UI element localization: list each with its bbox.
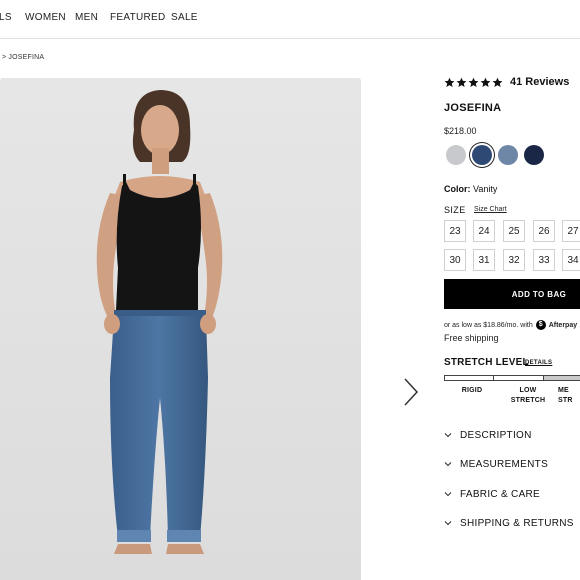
star-icon xyxy=(456,77,467,87)
stretch-details-link[interactable]: DETAILS xyxy=(525,360,552,366)
size-chart-link[interactable]: Size Chart xyxy=(474,206,507,213)
accordion-label: DESCRIPTION xyxy=(460,429,532,441)
swatch-mid-blue[interactable] xyxy=(498,145,518,165)
star-icon xyxy=(468,77,479,87)
next-image-button[interactable] xyxy=(402,377,420,407)
product-price: $218.00 xyxy=(444,126,477,136)
nav-item-featured[interactable]: FEATURED xyxy=(110,12,166,23)
size-option-27[interactable]: 27 xyxy=(562,220,580,242)
stretch-level-heading: STRETCH LEVEL xyxy=(444,357,529,368)
chevron-right-icon xyxy=(404,378,419,406)
nav-item-partial[interactable]: LS xyxy=(0,12,12,23)
model-illustration xyxy=(0,78,361,580)
size-option-25[interactable]: 25 xyxy=(503,220,525,242)
size-option-30[interactable]: 30 xyxy=(444,249,466,271)
breadcrumb[interactable]: > JOSEFINA xyxy=(2,54,44,61)
stretch-label-rigid: RIGID xyxy=(461,387,483,394)
product-title: JOSEFINA xyxy=(444,102,502,114)
accordion-description[interactable]: DESCRIPTION xyxy=(444,428,532,442)
nav-item-men[interactable]: MEN xyxy=(75,12,98,23)
swatch-vanity[interactable] xyxy=(472,145,492,165)
review-count-link[interactable]: 41 Reviews xyxy=(510,76,569,88)
star-icon xyxy=(480,77,491,87)
star-icon xyxy=(444,77,455,87)
size-option-23[interactable]: 23 xyxy=(444,220,466,242)
star-icon xyxy=(492,77,503,87)
rating-stars xyxy=(444,77,503,88)
color-label: Color: xyxy=(444,184,471,194)
chevron-down-icon xyxy=(444,433,452,438)
product-image[interactable] xyxy=(0,78,361,580)
add-to-bag-button[interactable]: ADD TO BAG xyxy=(444,279,580,309)
afterpay-text: or as low as $18.86/mo. with xyxy=(444,321,533,329)
size-option-31[interactable]: 31 xyxy=(473,249,495,271)
stretch-segment xyxy=(494,376,544,380)
accordion-label: MEASUREMENTS xyxy=(460,458,549,470)
swatch-light-gray[interactable] xyxy=(446,145,466,165)
size-option-33[interactable]: 33 xyxy=(533,249,555,271)
selected-color: Color: Vanity xyxy=(444,184,497,194)
size-option-24[interactable]: 24 xyxy=(473,220,495,242)
accordion-fabric-care[interactable]: FABRIC & CARE xyxy=(444,487,540,501)
size-option-26[interactable]: 26 xyxy=(533,220,555,242)
reviews-summary[interactable]: 41 Reviews xyxy=(444,75,569,89)
chevron-down-icon xyxy=(444,521,452,526)
accordion-measurements[interactable]: MEASUREMENTS xyxy=(444,457,548,471)
afterpay-logo-icon: $ xyxy=(535,320,546,330)
accordion-shipping-returns[interactable]: SHIPPING & RETURNS xyxy=(444,516,574,530)
nav-item-women[interactable]: WOMEN xyxy=(25,12,66,23)
color-value: Vanity xyxy=(473,184,498,194)
accordion-label: FABRIC & CARE xyxy=(460,488,541,500)
shipping-note: Free shipping xyxy=(444,333,499,343)
chevron-down-icon xyxy=(444,492,452,497)
chevron-down-icon xyxy=(444,462,452,467)
afterpay-installments: or as low as $18.86/mo. with $ Afterpay … xyxy=(444,320,580,330)
accordion-label: SHIPPING & RETURNS xyxy=(460,517,574,529)
stretch-label-low: LOW STRETCH xyxy=(510,387,546,404)
afterpay-name: Afterpay xyxy=(548,321,578,329)
stretch-segment xyxy=(445,376,495,380)
swatch-dark-navy[interactable] xyxy=(524,145,544,165)
stretch-segment-active xyxy=(543,376,580,380)
stretch-label-medium: ME STR xyxy=(558,387,573,404)
size-option-34[interactable]: 34 xyxy=(562,249,580,271)
size-option-32[interactable]: 32 xyxy=(503,249,525,271)
nav-item-sale[interactable]: SALE xyxy=(171,12,198,23)
top-navigation: LS WOMEN MEN FEATURED SALE xyxy=(0,0,580,39)
size-label: SIZE xyxy=(444,205,466,215)
stretch-level-meter xyxy=(444,375,580,381)
